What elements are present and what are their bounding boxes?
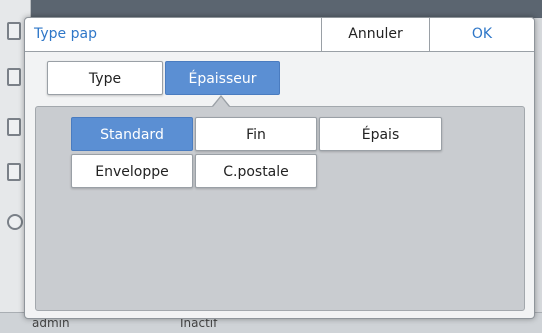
tab-type[interactable]: Type [47, 61, 163, 95]
document-icon [7, 68, 21, 86]
option-cpostale[interactable]: C.postale [195, 154, 317, 188]
option-epais[interactable]: Épais [319, 117, 442, 151]
option-standard[interactable]: Standard [71, 117, 193, 151]
option-fin[interactable]: Fin [195, 117, 317, 151]
cancel-button[interactable]: Annuler [321, 18, 429, 51]
tab-pointer-fill [213, 97, 229, 107]
dialog-title: Type pap [34, 26, 97, 42]
document-icon [7, 118, 21, 136]
ok-button[interactable]: OK [429, 18, 534, 51]
tab-thickness[interactable]: Épaisseur [165, 61, 280, 95]
dialog-header: Type pap Annuler OK [25, 18, 534, 52]
document-icon [7, 163, 21, 181]
document-icon [7, 22, 21, 40]
option-enveloppe[interactable]: Enveloppe [71, 154, 193, 188]
check-circle-icon [7, 214, 23, 230]
thickness-options-panel: Standard Fin Épais Enveloppe C.postale [35, 106, 525, 311]
paper-type-dialog: Type pap Annuler OK Type Épaisseur Stand… [24, 17, 535, 319]
background-top-bar [30, 0, 542, 18]
